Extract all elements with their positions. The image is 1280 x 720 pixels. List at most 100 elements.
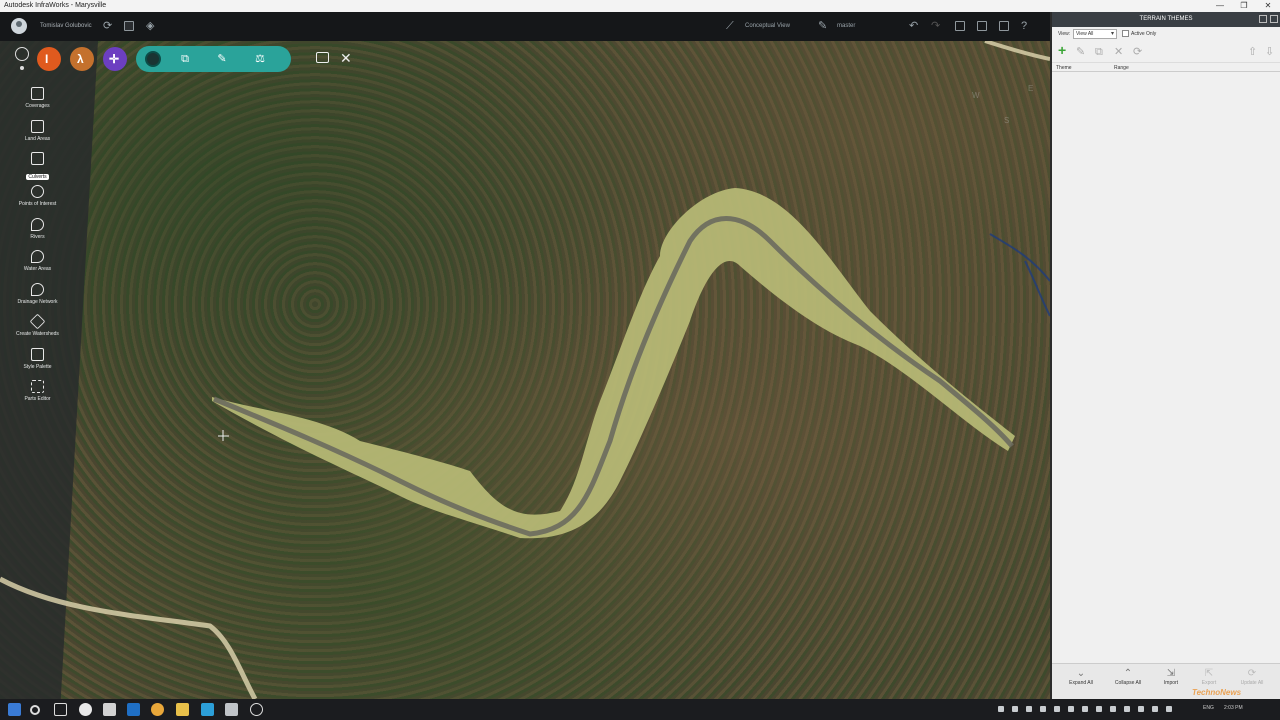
tray-icon-10[interactable]	[1124, 706, 1130, 712]
app-icon-3[interactable]	[201, 703, 214, 716]
import-button[interactable]: ⇲ Import	[1151, 668, 1191, 686]
move-up-icon[interactable]: ⇧	[1248, 46, 1257, 58]
palette-item-points-of-interest[interactable]: Points of Interest	[0, 185, 75, 215]
cube-icon[interactable]: ◈	[146, 20, 154, 32]
outlook-icon[interactable]	[127, 703, 140, 716]
search-icon[interactable]	[30, 705, 40, 715]
create-mode-button[interactable]: I	[37, 47, 61, 71]
palette-item-culverts[interactable]: Culverts	[0, 152, 75, 182]
restore-button[interactable]: ❐	[1232, 0, 1256, 12]
tools-icon[interactable]: ✕	[340, 50, 352, 67]
expand-all-icon: ⌄	[1076, 668, 1086, 679]
close-button[interactable]: ✕	[1256, 0, 1280, 12]
balance-icon[interactable]: ⚖	[252, 51, 268, 67]
move-down-icon[interactable]: ⇩	[1265, 46, 1274, 58]
view-mode-label[interactable]: Conceptual View	[745, 23, 790, 29]
app-icon-2[interactable]	[103, 703, 116, 716]
tray-icon-8[interactable]	[1096, 706, 1102, 712]
create-watersheds-icon	[29, 313, 46, 330]
help-icon[interactable]: ?	[1021, 20, 1027, 32]
palette-item-create-watersheds[interactable]: Create Watersheds	[0, 313, 75, 345]
tray-icon-3[interactable]	[1026, 706, 1032, 712]
add-theme-icon[interactable]: +	[1058, 43, 1066, 57]
book-icon[interactable]	[977, 21, 987, 31]
column-theme[interactable]: Theme	[1056, 65, 1072, 71]
delete-theme-icon[interactable]: ✕	[1114, 46, 1123, 58]
refresh-theme-icon[interactable]: ⟳	[1133, 46, 1142, 58]
edit-theme-icon[interactable]: ✎	[1076, 46, 1085, 58]
tray-icon-6[interactable]	[1068, 706, 1074, 712]
model-viewport[interactable]: W E S	[0, 41, 1050, 699]
app-icon-1[interactable]	[79, 703, 92, 716]
bim-icon[interactable]	[124, 21, 134, 31]
tray-icon-2[interactable]	[1012, 706, 1018, 712]
view-style-icon[interactable]: ⟋	[726, 20, 734, 32]
tray-icon-5[interactable]	[1054, 706, 1060, 712]
sync-icon[interactable]: ⟳	[103, 20, 112, 32]
expand-all-button[interactable]: ⌄ Expand All	[1061, 668, 1101, 686]
panel-layout-icon[interactable]	[955, 21, 965, 31]
palette-item-coverages[interactable]: Coverages	[0, 87, 75, 117]
clock[interactable]: 2:03 PM	[1224, 705, 1243, 711]
compass-west[interactable]: W	[972, 91, 980, 100]
browse-icon[interactable]	[145, 51, 161, 67]
duplicate-theme-icon[interactable]: ⧉	[1095, 46, 1103, 58]
themes-list[interactable]	[1052, 81, 1280, 663]
start-icon[interactable]	[8, 703, 21, 716]
view-filter-row: View: View All Active Only	[1052, 27, 1280, 41]
minimize-button[interactable]: —	[1208, 0, 1232, 12]
analyze-mode-button[interactable]: λ	[70, 47, 94, 71]
palette-item-water-areas[interactable]: Water Areas	[0, 250, 75, 280]
proposal-name[interactable]: master	[837, 23, 855, 29]
export-button[interactable]: ⇱ Export	[1189, 668, 1229, 686]
palette-item-style-palette[interactable]: Style Palette	[0, 348, 75, 378]
view-select[interactable]: View All	[1073, 29, 1117, 39]
app-icon-4[interactable]	[250, 703, 263, 716]
panel-title: TERRAIN THEMES	[1139, 16, 1193, 22]
proposal-icon[interactable]: ✎	[818, 20, 827, 32]
tray-icon-13[interactable]	[1166, 706, 1172, 712]
compass-south[interactable]: S	[1004, 116, 1009, 125]
screen-icon[interactable]	[999, 21, 1009, 31]
collapse-all-icon: ⌃	[1123, 668, 1133, 679]
palette-item-parts-editor[interactable]: Parts Editor	[0, 380, 75, 410]
culverts-icon	[31, 152, 44, 165]
task-view-icon[interactable]	[54, 703, 67, 716]
tray-icon-1[interactable]	[998, 706, 1004, 712]
tray-icon-4[interactable]	[1040, 706, 1046, 712]
tray-icon-7[interactable]	[1082, 706, 1088, 712]
tray-icon-12[interactable]	[1152, 706, 1158, 712]
water-areas-icon	[31, 250, 44, 263]
avatar[interactable]	[11, 18, 27, 34]
tray-icon-11[interactable]	[1138, 706, 1144, 712]
panel-close-icon[interactable]	[1270, 15, 1278, 23]
chrome-icon[interactable]	[151, 703, 164, 716]
infraworks-taskbar-icon[interactable]	[225, 703, 238, 716]
redo-icon[interactable]: ↷	[931, 20, 940, 32]
existing-road	[0, 576, 258, 699]
language-indicator[interactable]: ENG	[1203, 705, 1214, 711]
panel-restore-icon[interactable]	[1259, 15, 1267, 23]
palette-item-drainage-network[interactable]: Drainage Network	[0, 283, 75, 313]
active-only-checkbox[interactable]	[1122, 30, 1129, 37]
compass-east[interactable]: E	[1028, 84, 1033, 93]
settings-gear-icon[interactable]	[15, 47, 29, 61]
themes-table-header: Theme Range	[1052, 63, 1280, 72]
palette-item-land-areas[interactable]: Land Areas	[0, 120, 75, 150]
river-line	[989, 233, 1050, 317]
existing-road-top	[984, 41, 1050, 61]
undo-icon[interactable]: ↶	[909, 20, 918, 32]
copy-layers-icon[interactable]: ⧉	[177, 51, 193, 67]
collapse-all-button[interactable]: ⌃ Collapse All	[1108, 668, 1148, 686]
pen-icon[interactable]: ✎	[214, 51, 230, 67]
tray-icon-9[interactable]	[1110, 706, 1116, 712]
watermark: TechnoNews	[1192, 688, 1242, 697]
file-explorer-icon[interactable]	[176, 703, 189, 716]
column-range[interactable]: Range	[1114, 65, 1129, 71]
user-name[interactable]: Tomislav Golubovic	[40, 23, 92, 29]
palette-item-rivers[interactable]: Rivers	[0, 218, 75, 248]
update-all-button[interactable]: ⟳ Update All	[1232, 668, 1272, 686]
monitor-icon[interactable]	[316, 52, 329, 63]
terrain-overlay	[0, 41, 1050, 699]
design-mode-button[interactable]: ✛	[103, 47, 127, 71]
